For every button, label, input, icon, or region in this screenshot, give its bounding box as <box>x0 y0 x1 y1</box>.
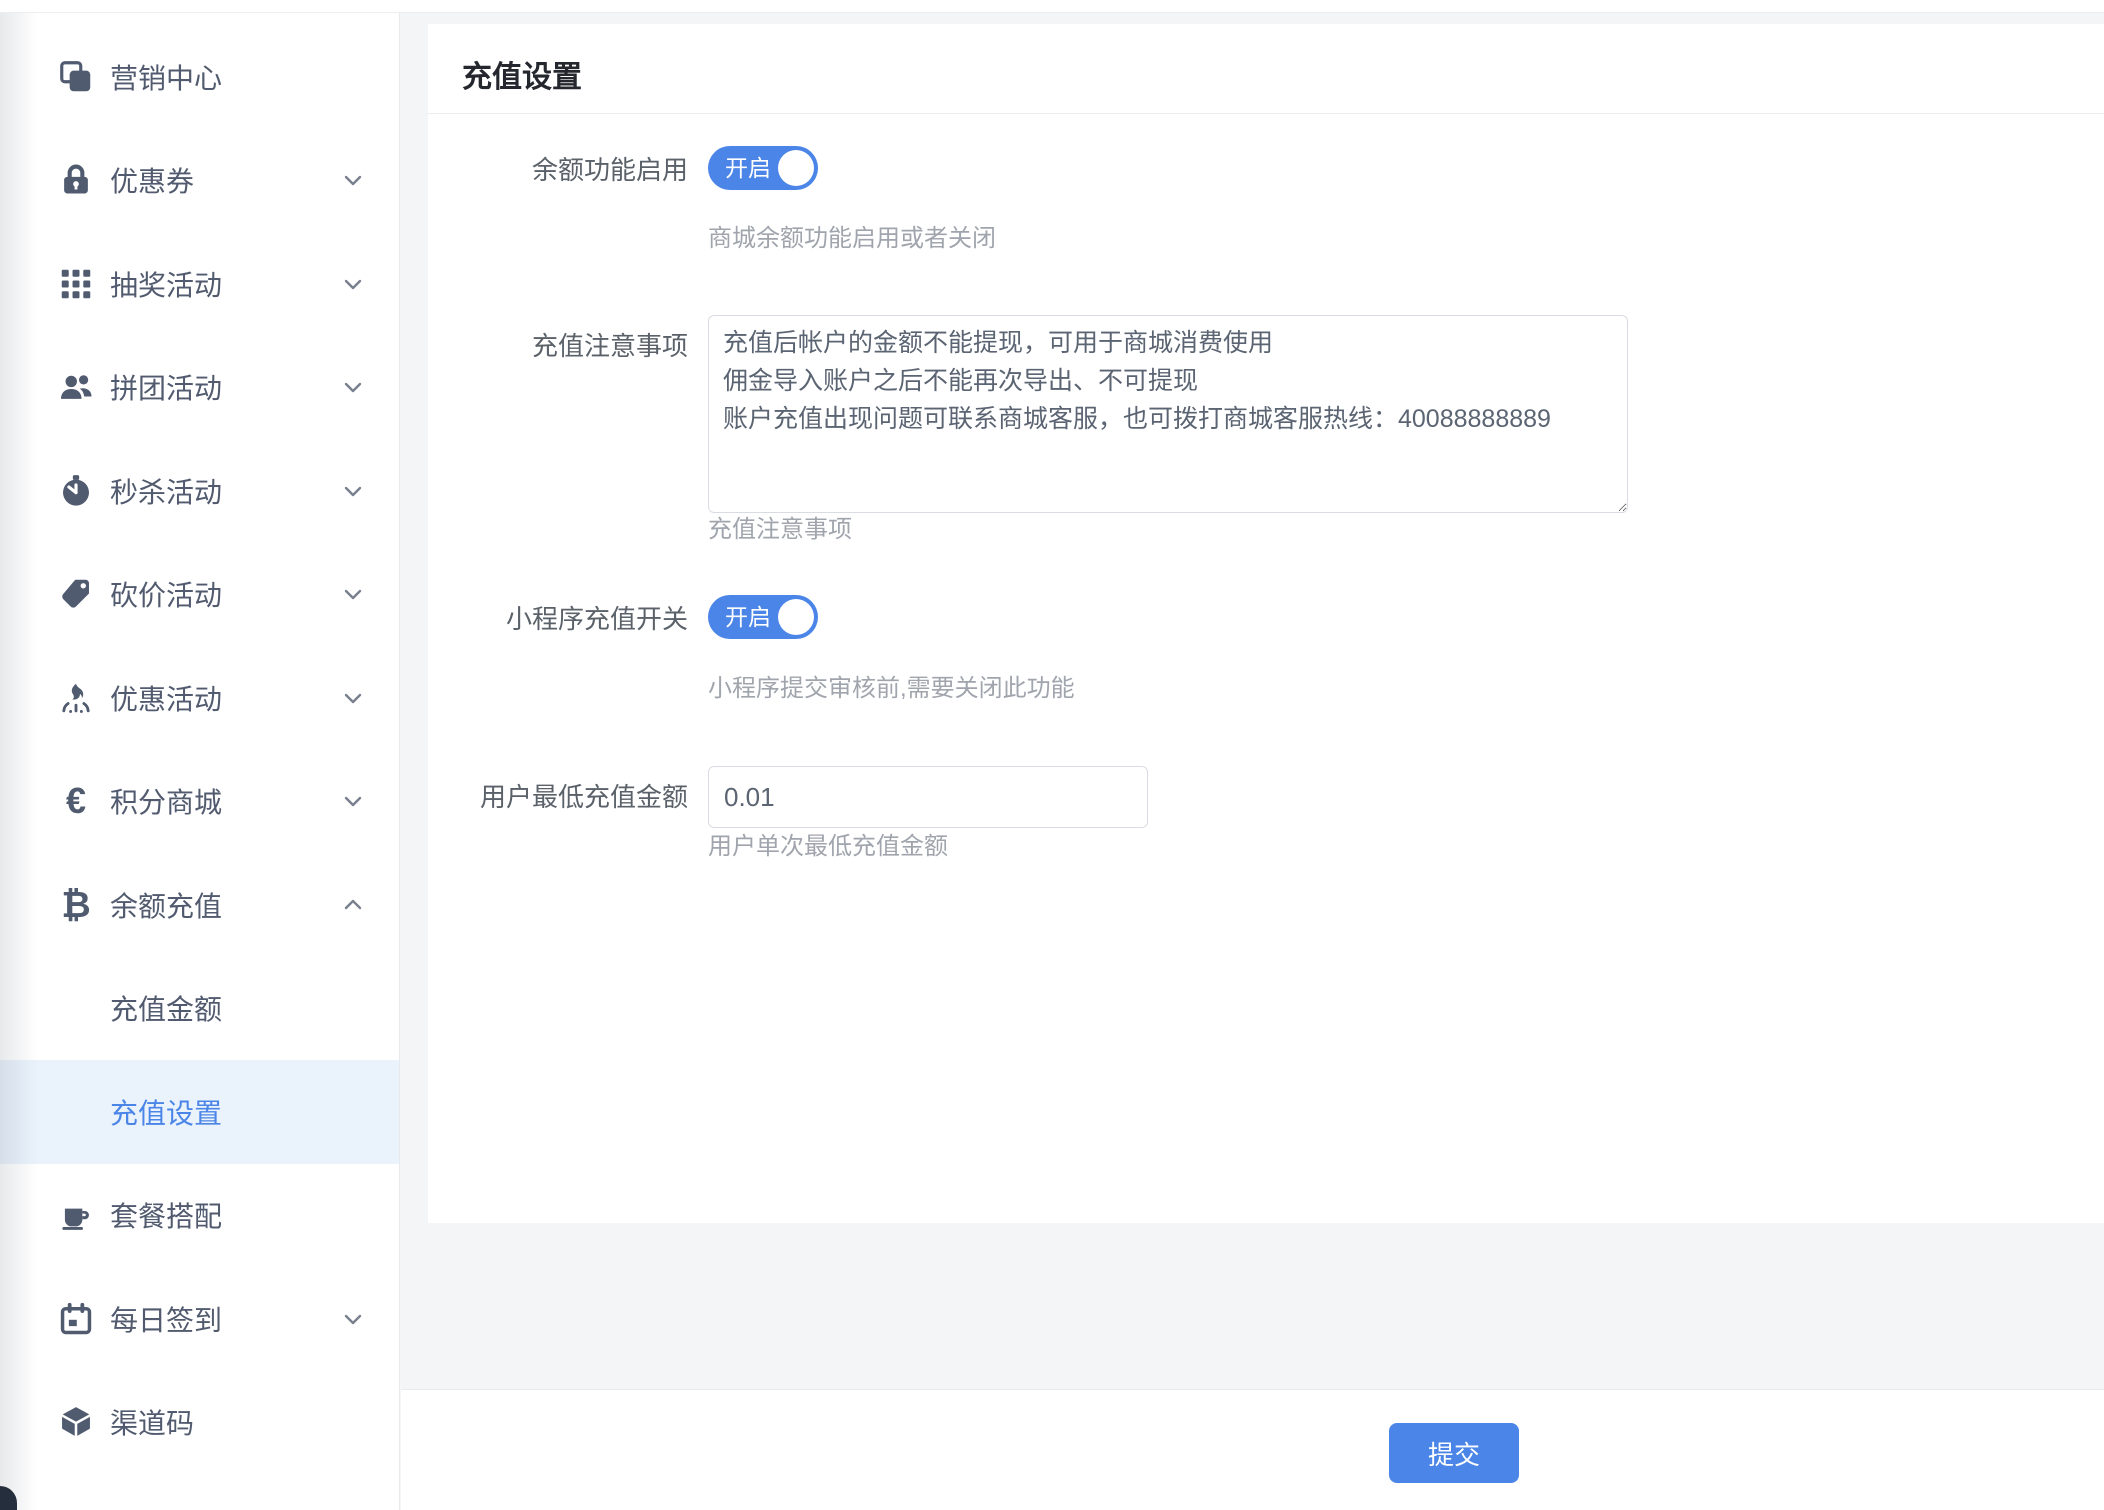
submit-button[interactable]: 提交 <box>1389 1423 1519 1483</box>
calendar-icon <box>54 1297 98 1341</box>
sidebar-item-daily-checkin[interactable]: 每日签到 <box>0 1267 399 1371</box>
sidebar-menu: 营销中心 优惠券 抽奖活动 拼团活动 <box>0 0 399 1474</box>
sidebar: 营销中心 优惠券 抽奖活动 拼团活动 <box>0 0 400 1510</box>
cube-icon <box>54 1400 98 1444</box>
mini-switch-helper: 小程序提交审核前,需要关闭此功能 <box>708 675 1075 703</box>
sidebar-item-label: 每日签到 <box>110 1299 222 1339</box>
mini-switch-label: 小程序充值开关 <box>428 604 688 634</box>
tag-icon <box>54 572 98 616</box>
sidebar-item-lottery[interactable]: 抽奖活动 <box>0 232 399 336</box>
balance-enable-label: 余额功能启用 <box>428 155 688 185</box>
sidebar-item-marketing-center[interactable]: 营销中心 <box>0 25 399 129</box>
sidebar-item-label: 营销中心 <box>110 57 222 97</box>
sidebar-item-recharge-amount[interactable]: 充值金额 <box>0 957 399 1061</box>
recharge-notice-label: 充值注意事项 <box>428 331 688 361</box>
min-amount-helper: 用户单次最低充值金额 <box>708 833 948 861</box>
sidebar-item-label: 余额充值 <box>110 885 222 925</box>
sidebar-item-promo[interactable]: 优惠活动 <box>0 646 399 750</box>
grid-icon <box>54 262 98 306</box>
bottom-left-dark-corner <box>0 1486 17 1510</box>
balance-enable-switch[interactable]: 开启 <box>708 146 818 190</box>
sidebar-item-label: 抽奖活动 <box>110 264 222 304</box>
top-strip <box>0 0 2104 13</box>
sidebar-item-label: 优惠券 <box>110 160 194 200</box>
sidebar-item-label: 套餐搭配 <box>110 1195 222 1235</box>
chevron-down-icon <box>341 686 365 710</box>
chevron-down-icon <box>341 582 365 606</box>
sidebar-item-label: 充值设置 <box>110 1092 222 1132</box>
sidebar-item-label: 优惠活动 <box>110 678 222 718</box>
sidebar-item-label: 砍价活动 <box>110 574 222 614</box>
sidebar-item-bargain[interactable]: 砍价活动 <box>0 543 399 647</box>
sidebar-item-package-combo[interactable]: 套餐搭配 <box>0 1164 399 1268</box>
stopwatch-icon <box>54 469 98 513</box>
settings-card: 充值设置 余额功能启用 开启 商城余额功能启用或者关闭 充值注意事项 充值后帐户… <box>428 24 2104 1223</box>
chevron-down-icon <box>341 272 365 296</box>
min-recharge-input[interactable] <box>708 766 1148 828</box>
recharge-settings-form: 余额功能启用 开启 商城余额功能启用或者关闭 充值注意事项 充值后帐户的金额不能… <box>428 114 2104 1223</box>
card-header: 充值设置 <box>428 24 2104 114</box>
lock-icon <box>54 158 98 202</box>
cup-icon <box>54 1193 98 1237</box>
switch-knob <box>778 150 814 186</box>
sidebar-item-label: 充值金额 <box>110 988 222 1028</box>
mini-program-switch[interactable]: 开启 <box>708 595 818 639</box>
sidebar-item-points-mall[interactable]: € 积分商城 <box>0 750 399 854</box>
bitcoin-icon: ₿ <box>54 883 98 927</box>
chevron-down-icon <box>341 375 365 399</box>
recharge-notice-textarea[interactable]: 充值后帐户的金额不能提现，可用于商城消费使用 佣金导入账户之后不能再次导出、不可… <box>708 315 1628 513</box>
sidebar-item-channel-code[interactable]: 渠道码 <box>0 1371 399 1475</box>
switch-knob <box>778 599 814 635</box>
sidebar-item-label: 渠道码 <box>110 1402 194 1442</box>
sidebar-item-recharge-settings[interactable]: 充值设置 <box>0 1060 399 1164</box>
recharge-notice-helper: 充值注意事项 <box>708 516 852 544</box>
sidebar-item-label: 积分商城 <box>110 781 222 821</box>
spark-icon <box>54 676 98 720</box>
sidebar-item-coupons[interactable]: 优惠券 <box>0 129 399 233</box>
chevron-up-icon <box>341 893 365 917</box>
footer-bar: 提交 <box>401 1389 2104 1510</box>
chevron-down-icon <box>341 479 365 503</box>
people-icon <box>54 365 98 409</box>
sidebar-item-balance-recharge[interactable]: ₿ 余额充值 <box>0 853 399 957</box>
main-area: 充值设置 余额功能启用 开启 商城余额功能启用或者关闭 充值注意事项 充值后帐户… <box>401 13 2104 1510</box>
chevron-down-icon <box>341 168 365 192</box>
page-title: 充值设置 <box>462 61 582 94</box>
min-amount-label: 用户最低充值金额 <box>428 782 688 812</box>
sidebar-item-label: 拼团活动 <box>110 367 222 407</box>
balance-enable-helper: 商城余额功能启用或者关闭 <box>708 225 996 253</box>
sidebar-item-flash-sale[interactable]: 秒杀活动 <box>0 439 399 543</box>
switch-on-text: 开启 <box>725 146 771 190</box>
sidebar-item-label: 秒杀活动 <box>110 471 222 511</box>
cards-icon <box>54 55 98 99</box>
sidebar-item-group-buy[interactable]: 拼团活动 <box>0 336 399 440</box>
switch-on-text: 开启 <box>725 595 771 639</box>
chevron-down-icon <box>341 789 365 813</box>
euro-icon: € <box>54 779 98 823</box>
chevron-down-icon <box>341 1307 365 1331</box>
